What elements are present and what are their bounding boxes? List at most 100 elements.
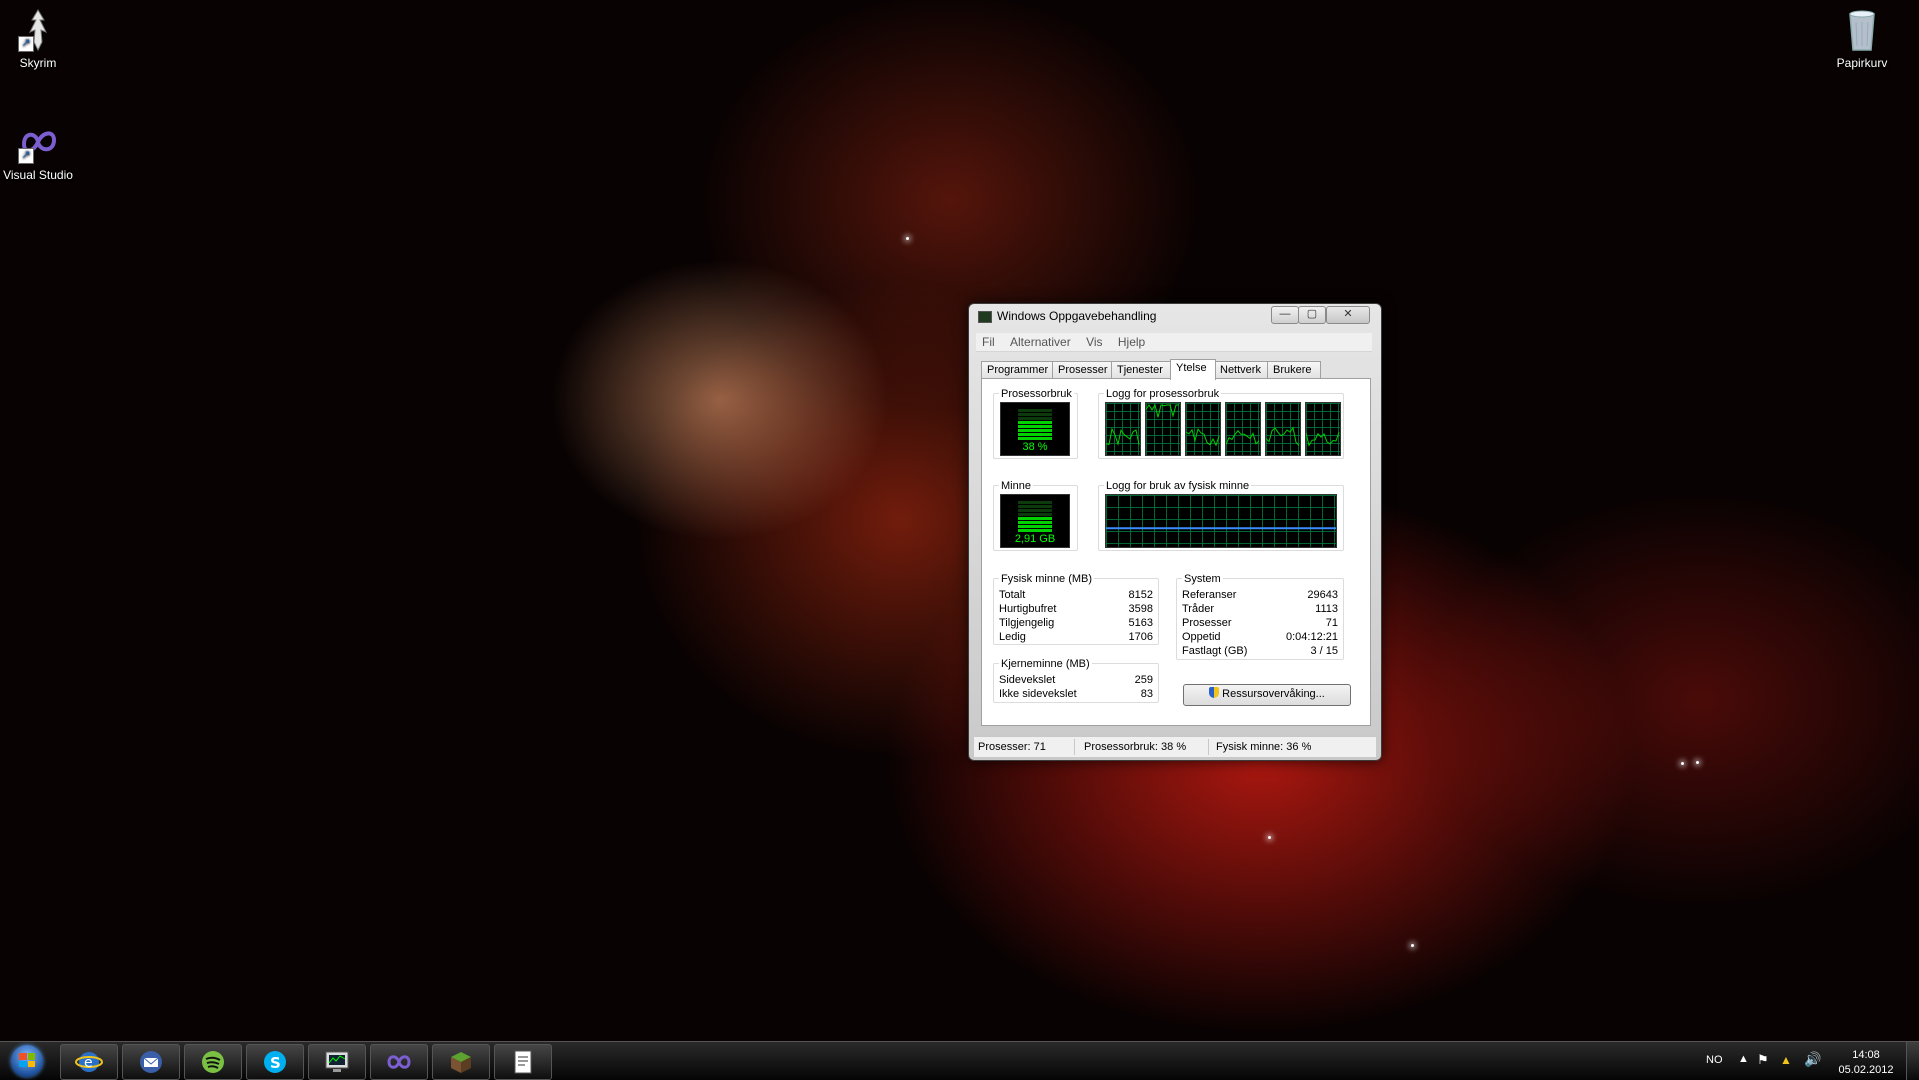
- stat-value: 3 / 15: [1310, 645, 1338, 657]
- menu-help[interactable]: Hjelp: [1112, 333, 1151, 349]
- taskbar-task-manager[interactable]: [308, 1044, 366, 1080]
- resource-monitor-label: Ressursovervåking...: [1222, 688, 1325, 700]
- cpu-history-label: Logg for prosessorbruk: [1104, 388, 1222, 400]
- meter-bar: [1018, 433, 1052, 436]
- taskbar-text-editor[interactable]: [494, 1044, 552, 1080]
- start-button[interactable]: [5, 1043, 49, 1079]
- chevron-up-icon: ▲: [1738, 1053, 1749, 1065]
- stat-value: 29643: [1307, 589, 1338, 601]
- system-title: System: [1182, 573, 1223, 585]
- show-desktop-button[interactable]: [1906, 1042, 1919, 1080]
- taskbar-minecraft[interactable]: [432, 1044, 490, 1080]
- stat-label: Ledig: [999, 631, 1026, 643]
- stat-value: 259: [1134, 674, 1153, 686]
- menu-options[interactable]: Alternativer: [1004, 333, 1077, 349]
- close-button[interactable]: ✕: [1326, 306, 1370, 324]
- star: [1681, 762, 1684, 765]
- status-separator: [1208, 739, 1209, 755]
- stat-row-uptime: Oppetid 0:04:12:21: [1182, 631, 1338, 645]
- stat-value: 8152: [1128, 589, 1153, 601]
- skype-icon: S: [264, 1051, 286, 1073]
- meter-bar: [1018, 429, 1052, 432]
- desktop-icon-skyrim[interactable]: ↗ Skyrim: [0, 6, 78, 70]
- stat-row-processes: Prosesser 71: [1182, 617, 1338, 631]
- action-center-icon[interactable]: ⚑: [1757, 1052, 1769, 1068]
- clock-time: 14:08: [1852, 1049, 1880, 1061]
- star: [1411, 944, 1414, 947]
- menu-bar: Fil Alternativer Vis Hjelp: [976, 333, 1372, 352]
- menu-file[interactable]: Fil: [976, 333, 1001, 349]
- shortcut-arrow-icon: ↗: [18, 148, 34, 164]
- kernel-memory-title: Kjerneminne (MB): [999, 658, 1092, 670]
- clock-date: 05.02.2012: [1838, 1064, 1894, 1076]
- tab-services[interactable]: Tjenester: [1111, 361, 1172, 379]
- system-clock[interactable]: 14:08 05.02.2012: [1836, 1048, 1896, 1078]
- meter-bar: [1018, 501, 1052, 504]
- taskbar-thunderbird[interactable]: [122, 1044, 180, 1080]
- memory-meter: 2,91 GB: [1000, 494, 1070, 548]
- stat-value: 71: [1325, 617, 1338, 629]
- meter-bar: [1018, 513, 1052, 516]
- stat-label: Ikke sidevekslet: [999, 688, 1077, 700]
- meter-bar: [1018, 425, 1052, 428]
- status-memory: Fysisk minne: 36 %: [1216, 741, 1312, 753]
- tab-users[interactable]: Brukere: [1267, 361, 1321, 379]
- meter-bar: [1018, 529, 1052, 532]
- physical-memory-box: Fysisk minne (MB) Totalt 8152 Hurtigbufre…: [993, 573, 1159, 645]
- stat-value: 3598: [1128, 603, 1153, 615]
- desktop-icon-recycle-bin[interactable]: Papirkurv: [1822, 6, 1902, 70]
- menu-view[interactable]: Vis: [1080, 333, 1108, 349]
- cpu-usage-line: [1226, 429, 1260, 445]
- network-warning-icon[interactable]: ▲: [1780, 1053, 1792, 1067]
- recycle-bin-icon: [1838, 6, 1886, 54]
- stat-value: 5163: [1128, 617, 1153, 629]
- memory-history-graph: [1105, 494, 1337, 548]
- cpu-core-graph: [1185, 402, 1221, 456]
- task-manager-app-icon: [978, 311, 992, 323]
- tab-processes[interactable]: Prosesser: [1052, 361, 1113, 379]
- taskbar-skype[interactable]: S: [246, 1044, 304, 1080]
- taskbar-spotify[interactable]: [184, 1044, 242, 1080]
- tab-applications[interactable]: Programmer: [981, 361, 1054, 379]
- resource-monitor-button[interactable]: Ressursovervåking...: [1183, 684, 1351, 706]
- meter-bar: [1018, 505, 1052, 508]
- desktop-icon-visual-studio[interactable]: ↗ Visual Studio: [0, 118, 78, 182]
- show-hidden-icons-button[interactable]: ▲: [1738, 1053, 1749, 1065]
- maximize-button[interactable]: ▢: [1298, 306, 1326, 324]
- minimize-icon: —: [1279, 308, 1291, 320]
- stat-label: Tråder: [1182, 603, 1214, 615]
- volume-icon[interactable]: 🔊: [1804, 1051, 1821, 1068]
- svg-text:e: e: [84, 1055, 93, 1071]
- stat-label: Sidevekslet: [999, 674, 1056, 686]
- memory-history-label: Logg for bruk av fysisk minne: [1104, 480, 1252, 492]
- taskbar-internet-explorer[interactable]: e: [60, 1044, 118, 1080]
- meter-bar: [1018, 417, 1052, 420]
- cpu-core-graph: [1305, 402, 1341, 456]
- language-indicator[interactable]: NO: [1706, 1054, 1723, 1066]
- desktop-icon-label: Visual Studio: [3, 168, 73, 182]
- star: [906, 237, 909, 240]
- stat-row-threads: Tråder 1113: [1182, 603, 1338, 617]
- cpu-usage-line: [1106, 427, 1140, 447]
- kernel-memory-box: Kjerneminne (MB) Sidevekslet 259 Ikke sid…: [993, 658, 1159, 703]
- thunderbird-icon: [140, 1051, 162, 1073]
- tab-networking[interactable]: Nettverk: [1214, 361, 1269, 379]
- cpu-usage-box: Prosessorbruk 38 %: [993, 388, 1078, 459]
- cpu-usage-line: [1146, 403, 1179, 418]
- meter-bar: [1018, 509, 1052, 512]
- stat-label: Tilgjengelig: [999, 617, 1055, 629]
- memory-box: Minne 2,91 GB: [993, 480, 1078, 551]
- stat-row-nonpaged: Ikke sidevekslet 83: [999, 688, 1153, 702]
- status-separator: [1074, 739, 1075, 755]
- memory-meter-bars: [1018, 501, 1052, 533]
- svg-text:S: S: [270, 1054, 281, 1072]
- stat-row-free: Ledig 1706: [999, 631, 1153, 645]
- title-bar[interactable]: Windows Oppgavebehandling — ▢ ✕: [969, 304, 1381, 328]
- tab-performance[interactable]: Ytelse: [1170, 359, 1216, 380]
- cpu-core-graph: [1145, 402, 1181, 456]
- task-manager-window: Windows Oppgavebehandling — ▢ ✕ Fil Alte…: [968, 303, 1382, 761]
- taskbar-visual-studio[interactable]: [370, 1044, 428, 1080]
- desktop-icon-label: Papirkurv: [1836, 56, 1888, 70]
- minimize-button[interactable]: —: [1271, 306, 1299, 324]
- cpu-meter-bars: [1018, 409, 1052, 441]
